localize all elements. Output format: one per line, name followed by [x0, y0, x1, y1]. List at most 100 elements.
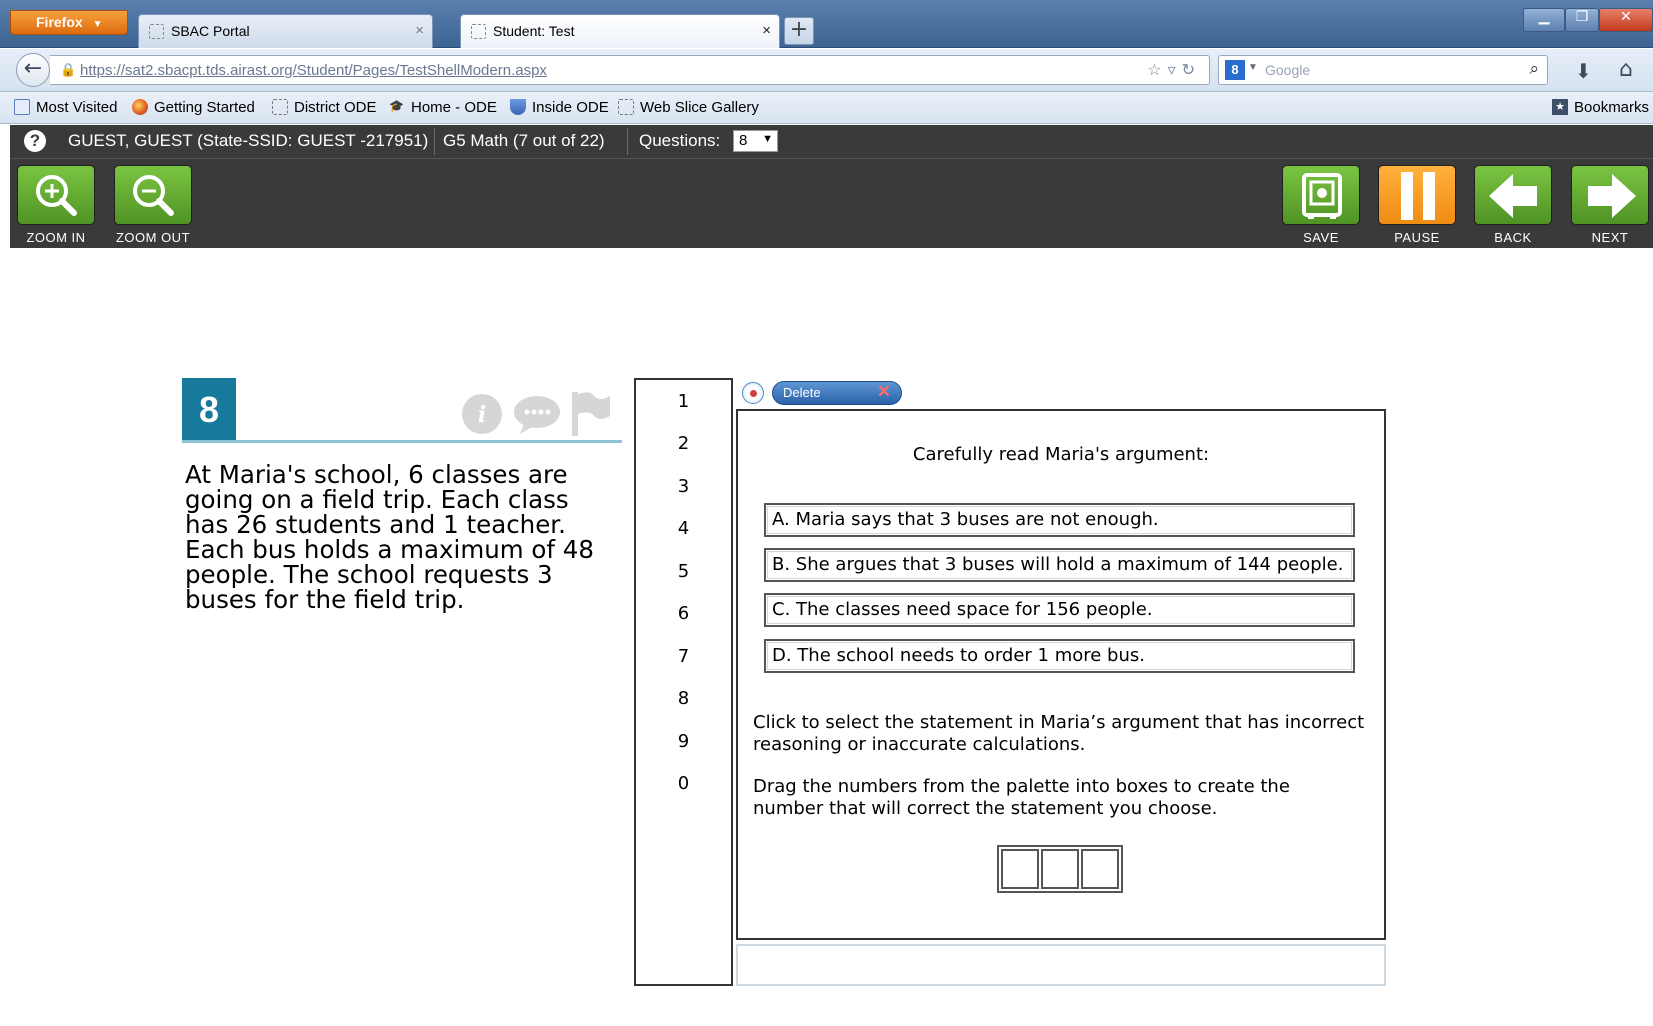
zoom-out-button[interactable]: ZOOM OUT — [114, 165, 192, 245]
answer-box[interactable] — [1001, 849, 1039, 889]
instruction-line: Drag the numbers from the palette into b… — [753, 776, 1290, 797]
bookmarks-menu[interactable]: ★ Bookmarks — [1552, 99, 1649, 116]
instruction-drag: Drag the numbers from the palette into b… — [753, 776, 1373, 820]
search-engine-icon[interactable]: 8 — [1225, 60, 1245, 80]
browser-back-button[interactable]: ← — [16, 53, 50, 87]
bookmark-home-ode[interactable]: 🎓 Home - ODE — [389, 99, 497, 116]
palette-digit[interactable]: 3 — [636, 476, 731, 497]
bookmark-getting-started[interactable]: Getting Started — [132, 99, 255, 116]
info-icon[interactable]: i — [460, 392, 504, 436]
palette-digit[interactable]: 5 — [636, 561, 731, 582]
statement-option-d[interactable]: D. The school needs to order 1 more bus. — [764, 639, 1355, 673]
next-button[interactable]: NEXT — [1571, 165, 1649, 245]
bookmark-label: Home - ODE — [411, 99, 497, 116]
palette-digit[interactable]: 8 — [636, 688, 731, 709]
search-placeholder: Google — [1265, 62, 1311, 78]
test-status-strip: ? GUEST, GUEST (State-SSID: GUEST -21795… — [10, 125, 1653, 158]
arrow-left-icon — [1474, 165, 1552, 225]
lock-icon: 🔒 — [60, 62, 77, 77]
address-bar[interactable]: 🔒 https://sat2.sbacpt.tds.airast.org/Stu… — [50, 55, 1210, 85]
new-tab-button[interactable]: + — [784, 17, 814, 45]
question-stem: At Maria's school, 6 classes are going o… — [185, 462, 630, 612]
close-tab-icon[interactable]: × — [415, 22, 424, 39]
delete-button[interactable]: Delete ✕ — [772, 381, 902, 405]
answer-box[interactable] — [1081, 849, 1119, 889]
zoom-out-icon — [114, 165, 192, 225]
bookmarks-bar: Most Visited Getting Started District OD… — [0, 92, 1653, 124]
page-icon — [272, 99, 288, 115]
divider — [434, 128, 435, 155]
bookmark-district-ode[interactable]: District ODE — [272, 99, 377, 116]
question-number: 8 — [182, 378, 236, 441]
palette-digit[interactable]: 1 — [636, 391, 731, 412]
save-button[interactable]: SAVE — [1282, 165, 1360, 245]
flag-icon[interactable] — [568, 390, 612, 436]
question-stem-line: At Maria's school, 6 classes are — [185, 460, 568, 489]
pause-button[interactable]: PAUSE — [1378, 165, 1456, 245]
close-tab-icon[interactable]: × — [762, 22, 771, 39]
question-select[interactable]: 8 ▼ — [733, 130, 778, 152]
palette-digit[interactable]: 4 — [636, 518, 731, 539]
palette-digit[interactable]: 0 — [636, 773, 731, 794]
delete-radio[interactable] — [742, 382, 764, 404]
close-icon: ✕ — [876, 382, 891, 401]
bookmark-web-slice-gallery[interactable]: Web Slice Gallery — [618, 99, 759, 116]
minimize-icon[interactable]: ▁ — [1523, 8, 1565, 32]
tab-label: SBAC Portal — [171, 23, 250, 39]
tab-student-test[interactable]: Student: Test × — [460, 14, 780, 48]
zoom-in-icon — [17, 165, 95, 225]
firefox-menu-label: Firefox — [36, 14, 83, 30]
palette-digit[interactable]: 2 — [636, 433, 731, 454]
bookmark-star-icon[interactable]: ☆▿↻ — [1147, 60, 1201, 80]
zoom-in-button[interactable]: ZOOM IN — [17, 165, 95, 245]
palette-digit[interactable]: 9 — [636, 731, 731, 752]
question-select-value: 8 — [739, 132, 748, 149]
question-stem-line: has 26 students and 1 teacher. — [185, 510, 566, 539]
palette-digit[interactable]: 7 — [636, 646, 731, 667]
statement-option-a[interactable]: A. Maria says that 3 buses are not enoug… — [764, 503, 1355, 537]
tab-sbac-portal[interactable]: SBAC Portal × — [138, 14, 433, 48]
question-stem-line: people. The school requests 3 — [185, 560, 553, 589]
palette-digit[interactable]: 6 — [636, 603, 731, 624]
bookmark-inside-ode[interactable]: Inside ODE — [510, 99, 609, 116]
search-icon[interactable]: ⌕ — [1529, 59, 1539, 79]
chevron-down-icon[interactable]: ▼ — [1248, 62, 1258, 73]
firefox-menu-button[interactable]: Firefox ▼ — [10, 10, 128, 35]
download-icon[interactable]: ⬇ — [1575, 59, 1592, 83]
home-icon[interactable]: ⌂ — [1619, 57, 1633, 82]
page-icon — [471, 24, 486, 39]
search-input[interactable]: 8 ▼ Google ⌕ — [1218, 55, 1548, 85]
address-text: https://sat2.sbacpt.tds.airast.org/Stude… — [80, 62, 547, 79]
delete-label: Delete — [783, 385, 821, 400]
help-icon[interactable]: ? — [24, 130, 46, 152]
instruction-line: number that will correct the statement y… — [753, 798, 1218, 819]
bookmark-label: Web Slice Gallery — [640, 99, 759, 116]
back-button[interactable]: BACK — [1474, 165, 1552, 245]
arrow-left-icon: ← — [23, 56, 43, 81]
back-label: BACK — [1494, 230, 1532, 245]
bookmark-label: Inside ODE — [532, 99, 609, 116]
close-window-icon[interactable]: ✕ — [1599, 8, 1653, 32]
prompt-title: Carefully read Maria's argument: — [912, 444, 1210, 465]
statement-option-b[interactable]: B. She argues that 3 buses will hold a m… — [764, 548, 1355, 582]
bookmark-label: Most Visited — [36, 99, 118, 116]
safe-icon — [1282, 165, 1360, 225]
comment-icon[interactable] — [512, 392, 562, 436]
maximize-icon[interactable]: ❐ — [1565, 8, 1599, 32]
window-controls: ▁ ❐ ✕ — [1523, 8, 1653, 32]
student-info: GUEST, GUEST (State-SSID: GUEST -217951) — [68, 131, 429, 150]
zoom-out-label: ZOOM OUT — [115, 230, 191, 245]
navigation-bar: ← 🔒 https://sat2.sbacpt.tds.airast.org/S… — [0, 49, 1653, 92]
bookmark-label: District ODE — [294, 99, 377, 116]
bookmark-label: Getting Started — [154, 99, 255, 116]
questions-label: Questions: — [639, 131, 721, 150]
save-label: SAVE — [1303, 230, 1339, 245]
bookmark-most-visited[interactable]: Most Visited — [14, 99, 117, 116]
graduation-cap-icon: 🎓 — [389, 99, 404, 113]
answer-box[interactable] — [1041, 849, 1079, 889]
question-divider — [182, 440, 622, 443]
shield-icon — [510, 99, 526, 115]
browser-tab-bar: Firefox ▼ SBAC Portal × Student: Test × … — [0, 0, 1653, 48]
response-footer — [736, 944, 1386, 986]
statement-option-c[interactable]: C. The classes need space for 156 people… — [764, 593, 1355, 627]
